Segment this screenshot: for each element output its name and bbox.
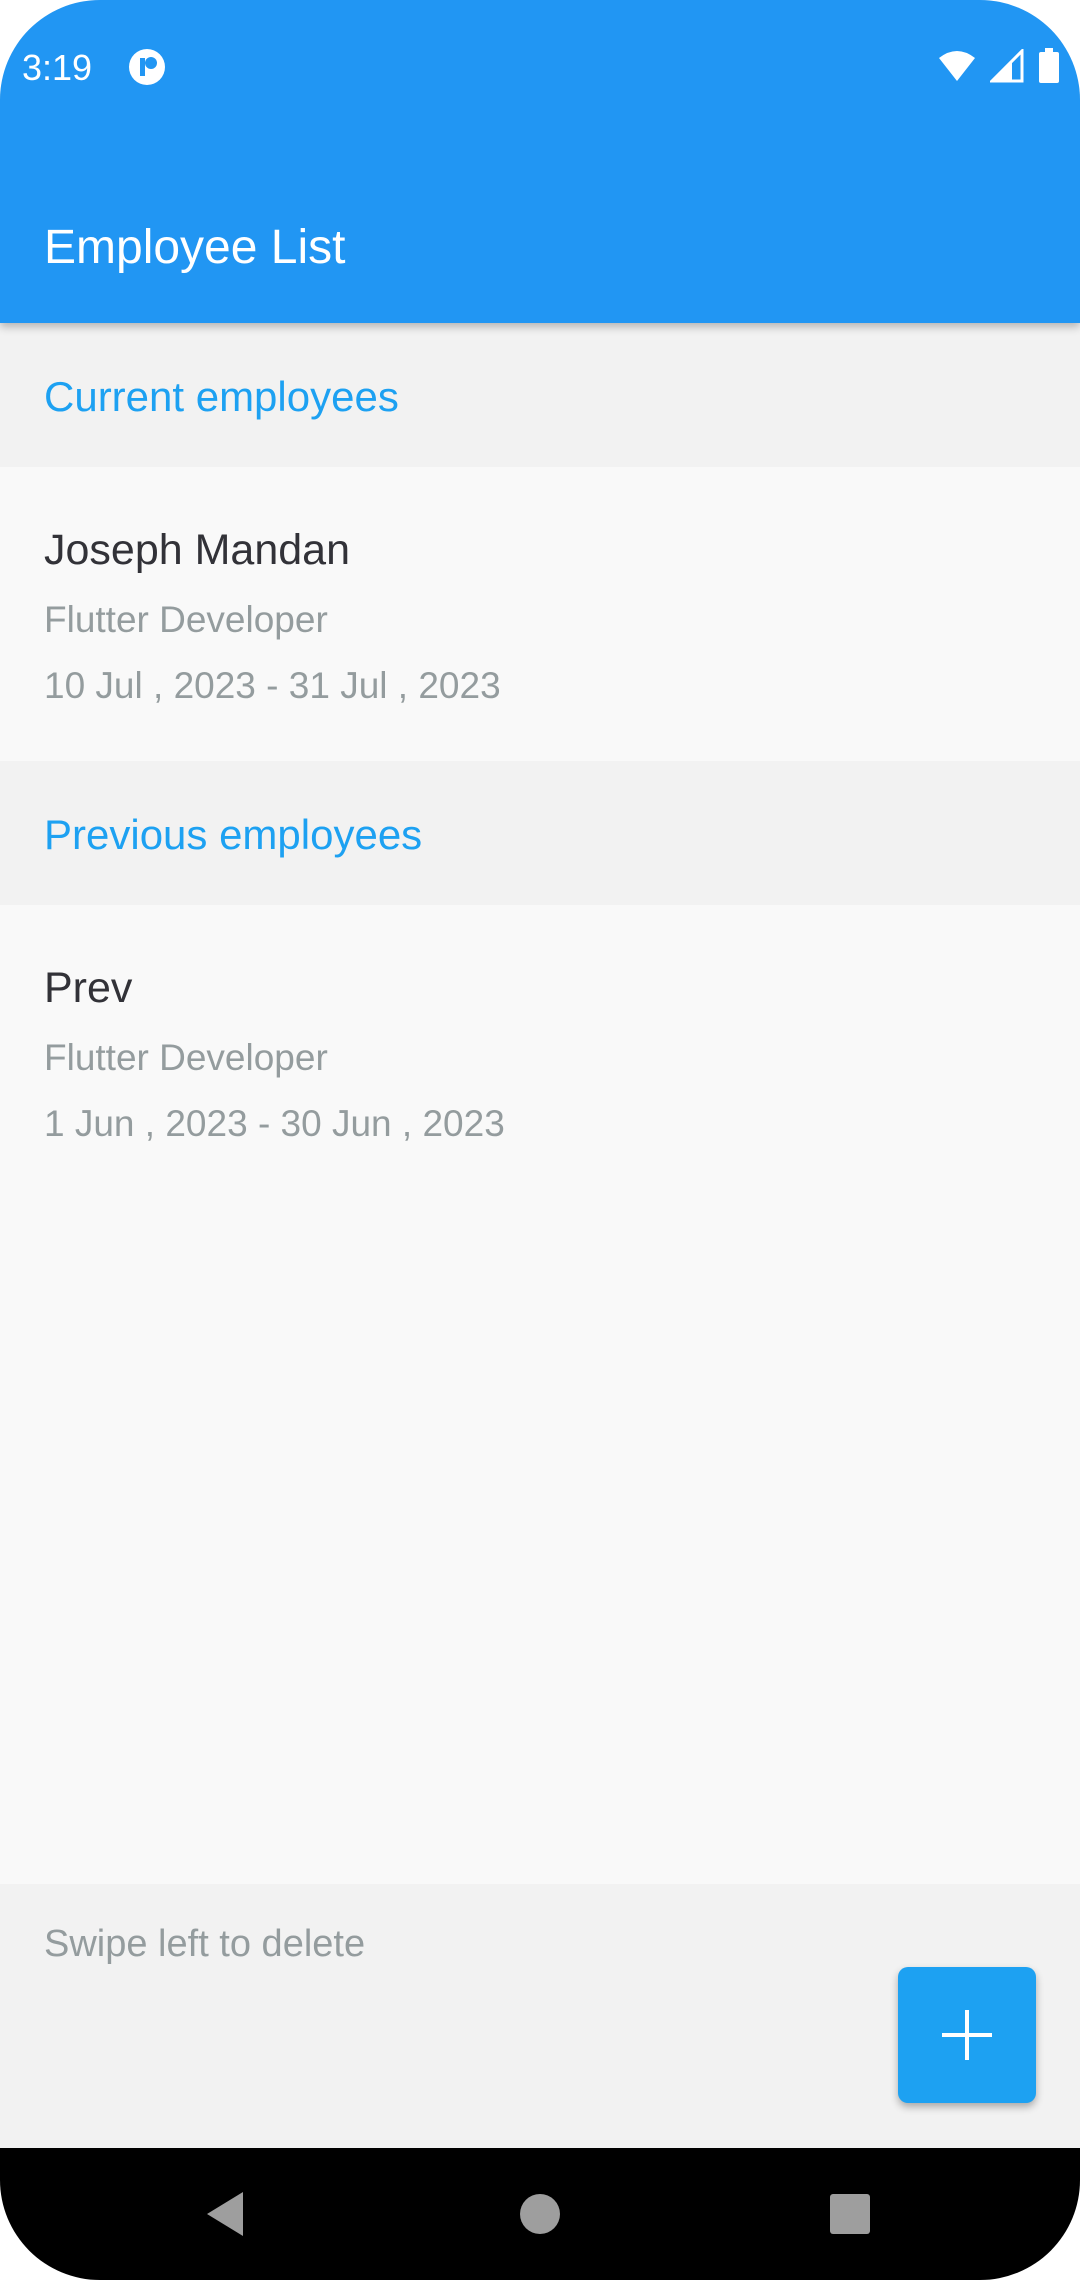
back-icon (207, 2192, 243, 2236)
employee-role: Flutter Developer (44, 599, 328, 640)
add-employee-button[interactable] (898, 1967, 1036, 2103)
battery-icon (1039, 48, 1059, 83)
employee-list-item[interactable]: Prev Flutter Developer 1 Jun , 2023 - 30… (0, 905, 1080, 1199)
app-bar: 3:19 Employee List (0, 0, 1080, 323)
signal-icon (990, 49, 1024, 83)
swipe-hint: Swipe left to delete (44, 1923, 366, 1965)
employee-dates: 1 Jun , 2023 - 30 Jun , 2023 (44, 1103, 505, 1144)
employee-name: Joseph Mandan (44, 526, 350, 574)
employee-role: Flutter Developer (44, 1037, 328, 1078)
employee-name: Prev (44, 964, 133, 1012)
section-header-current: Current employees (0, 323, 1080, 467)
section-title-previous: Previous employees (44, 811, 423, 858)
employee-list-item[interactable]: Joseph Mandan Flutter Developer 10 Jul ,… (0, 467, 1080, 761)
page-title: Employee List (44, 221, 346, 274)
app-notification-icon (129, 49, 165, 85)
section-header-previous: Previous employees (0, 761, 1080, 905)
system-navigation-bar (0, 2148, 1080, 2280)
home-icon (520, 2194, 560, 2234)
status-icons (938, 46, 1060, 86)
status-time: 3:19 (22, 47, 93, 88)
section-title-current: Current employees (44, 373, 399, 420)
plus-icon (942, 2010, 992, 2060)
nav-back-button[interactable] (165, 2148, 285, 2280)
phone-screen: 3:19 Employee List Current employees Jos (0, 0, 1080, 2280)
recents-icon (830, 2194, 870, 2234)
wifi-icon (939, 51, 975, 81)
employee-dates: 10 Jul , 2023 - 31 Jul , 2023 (44, 665, 501, 706)
nav-recents-button[interactable] (790, 2148, 910, 2280)
nav-home-button[interactable] (480, 2148, 600, 2280)
